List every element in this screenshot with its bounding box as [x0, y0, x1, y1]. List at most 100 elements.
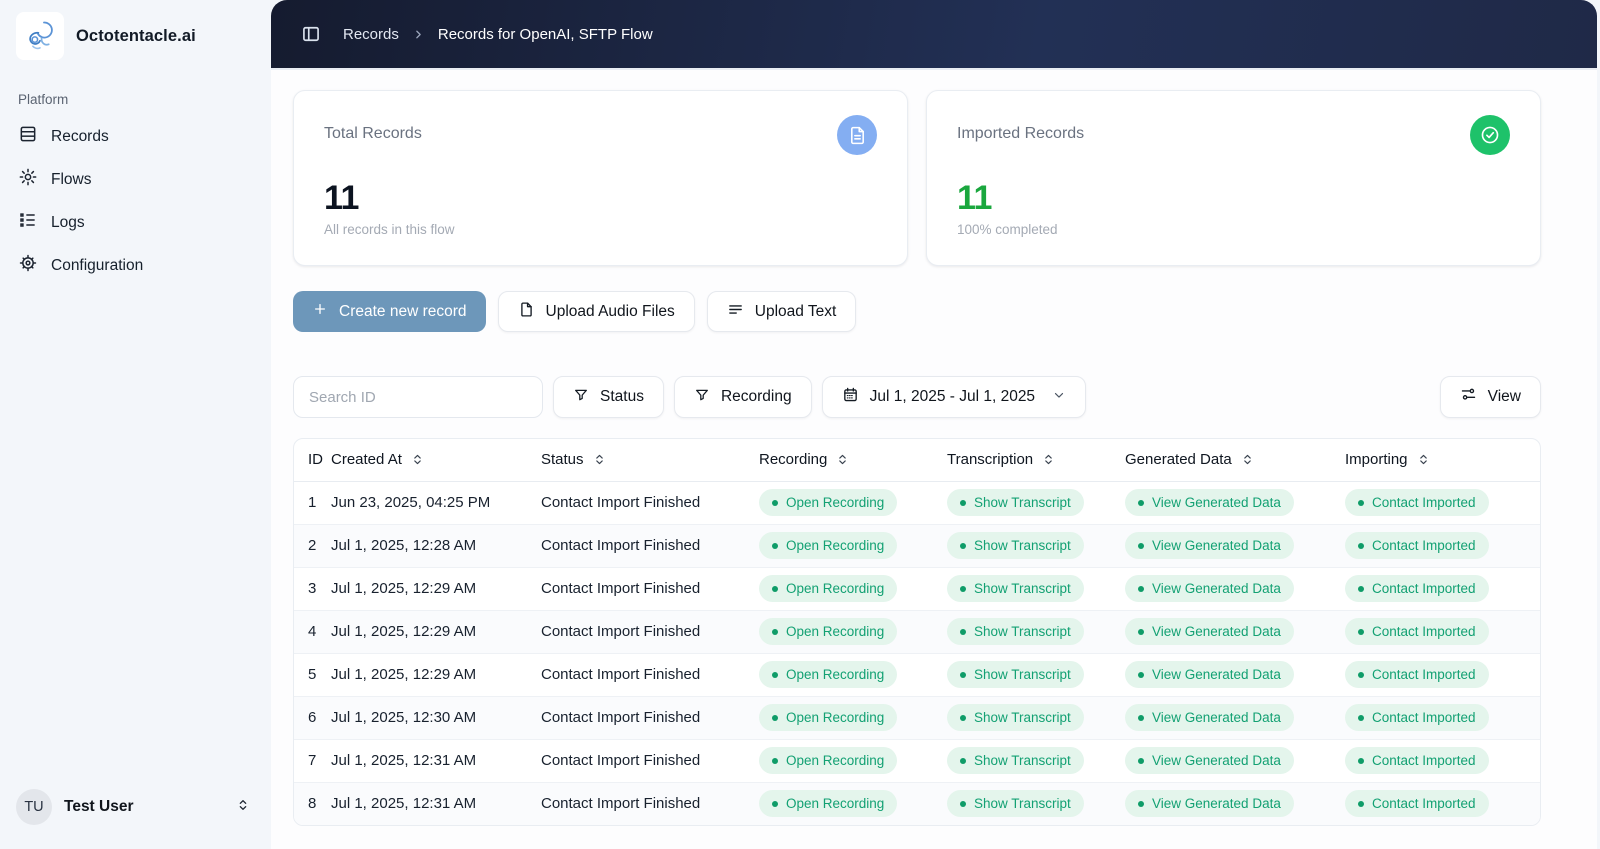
brand[interactable]: Octotentacle.ai	[0, 0, 271, 66]
sort-icon[interactable]	[836, 453, 849, 466]
contact-imported-badge[interactable]: Contact Imported	[1345, 489, 1489, 516]
view-generated-data-badge[interactable]: View Generated Data	[1125, 575, 1294, 602]
view-generated-data-badge[interactable]: View Generated Data	[1125, 704, 1294, 731]
show-transcript-badge[interactable]: Show Transcript	[947, 575, 1084, 602]
open-recording-badge[interactable]: Open Recording	[759, 618, 898, 645]
contact-imported-badge[interactable]: Contact Imported	[1345, 575, 1489, 602]
show-transcript-badge[interactable]: Show Transcript	[947, 747, 1084, 774]
cell-contact-imported: Contact Imported	[1345, 739, 1540, 782]
records-icon	[18, 124, 38, 149]
open-recording-badge[interactable]: Open Recording	[759, 532, 898, 559]
column-header-generated-data[interactable]: Generated Data	[1125, 439, 1345, 481]
table-row: 5 Jul 1, 2025, 12:29 AM Contact Import Fin…	[294, 653, 1540, 696]
stat-title: Imported Records	[957, 125, 1085, 142]
cell-open-recording: Open Recording	[759, 567, 947, 610]
open-recording-badge[interactable]: Open Recording	[759, 747, 898, 774]
open-recording-badge[interactable]: Open Recording	[759, 790, 898, 818]
cell-contact-imported: Contact Imported	[1345, 567, 1540, 610]
upload-text-button[interactable]: Upload Text	[706, 291, 857, 332]
view-generated-data-badge[interactable]: View Generated Data	[1125, 532, 1294, 559]
breadcrumb-records[interactable]: Records	[343, 26, 399, 43]
show-transcript-badge[interactable]: Show Transcript	[947, 661, 1084, 688]
column-header-recording[interactable]: Recording	[759, 439, 947, 481]
open-recording-badge[interactable]: Open Recording	[759, 661, 898, 688]
cell-id: 4	[308, 623, 317, 640]
chevron-right-icon	[412, 28, 425, 41]
cell-open-recording: Open Recording	[759, 524, 947, 567]
cell-status: Contact Import Finished	[541, 494, 701, 511]
sidebar: Octotentacle.ai Platform Records Flows L…	[0, 0, 271, 849]
panel-left-icon[interactable]	[301, 24, 321, 44]
status-filter-button[interactable]: Status	[553, 376, 664, 418]
column-header-status[interactable]: Status	[541, 439, 759, 481]
open-recording-badge[interactable]: Open Recording	[759, 489, 898, 516]
contact-imported-badge[interactable]: Contact Imported	[1345, 790, 1489, 818]
cell-created-at: Jul 1, 2025, 12:29 AM	[331, 580, 477, 597]
table-row: 7 Jul 1, 2025, 12:31 AM Contact Import Fin…	[294, 739, 1540, 782]
contact-imported-badge[interactable]: Contact Imported	[1345, 532, 1489, 559]
table-row: 3 Jul 1, 2025, 12:29 AM Contact Import Fin…	[294, 567, 1540, 610]
main-region: Records Records for OpenAI, SFTP Flow To…	[271, 0, 1600, 849]
sort-icon[interactable]	[1042, 453, 1055, 466]
cell-show-transcript: Show Transcript	[947, 481, 1125, 524]
show-transcript-badge[interactable]: Show Transcript	[947, 618, 1084, 645]
cell-contact-imported: Contact Imported	[1345, 653, 1540, 696]
contact-imported-badge[interactable]: Contact Imported	[1345, 618, 1489, 645]
contact-imported-badge[interactable]: Contact Imported	[1345, 747, 1489, 774]
recording-filter-button[interactable]: Recording	[673, 376, 812, 418]
cell-show-transcript: Show Transcript	[947, 567, 1125, 610]
date-range-picker[interactable]: Jul 1, 2025 - Jul 1, 2025	[821, 376, 1087, 418]
view-generated-data-badge[interactable]: View Generated Data	[1125, 661, 1294, 688]
show-transcript-badge[interactable]: Show Transcript	[947, 790, 1084, 818]
cell-contact-imported: Contact Imported	[1345, 610, 1540, 653]
sort-icon[interactable]	[411, 453, 424, 466]
cell-created-at: Jul 1, 2025, 12:30 AM	[331, 709, 477, 726]
open-recording-badge[interactable]: Open Recording	[759, 575, 898, 602]
cell-created-at: Jul 1, 2025, 12:31 AM	[331, 752, 477, 769]
status-dot-icon	[1138, 671, 1144, 678]
cell-status: Contact Import Finished	[541, 752, 701, 769]
status-dot-icon	[960, 499, 966, 506]
cell-show-transcript: Show Transcript	[947, 696, 1125, 739]
sort-icon[interactable]	[1241, 453, 1254, 466]
show-transcript-badge[interactable]: Show Transcript	[947, 532, 1084, 559]
contact-imported-badge[interactable]: Contact Imported	[1345, 704, 1489, 731]
cell-show-transcript: Show Transcript	[947, 524, 1125, 567]
column-header-importing[interactable]: Importing	[1345, 439, 1540, 481]
user-menu[interactable]: TU Test User	[0, 775, 271, 849]
cell-id: 8	[308, 795, 317, 813]
view-generated-data-badge[interactable]: View Generated Data	[1125, 489, 1294, 516]
upload-audio-files-button[interactable]: Upload Audio Files	[497, 291, 695, 332]
avatar: TU	[16, 789, 52, 825]
status-dot-icon	[1138, 757, 1144, 764]
column-header-created-at[interactable]: Created At	[331, 439, 541, 481]
contact-imported-badge[interactable]: Contact Imported	[1345, 661, 1489, 688]
show-transcript-badge[interactable]: Show Transcript	[947, 489, 1084, 516]
sidebar-item-logs[interactable]: Logs	[0, 201, 271, 244]
view-generated-data-badge[interactable]: View Generated Data	[1125, 790, 1294, 818]
search-id-input[interactable]	[293, 376, 543, 418]
open-recording-badge[interactable]: Open Recording	[759, 704, 898, 731]
cell-created-at: Jun 23, 2025, 04:25 PM	[331, 494, 491, 511]
sidebar-item-configuration[interactable]: Configuration	[0, 244, 271, 287]
sort-icon[interactable]	[1417, 453, 1430, 466]
sort-icon[interactable]	[593, 453, 606, 466]
status-dot-icon	[1138, 499, 1144, 506]
cell-contact-imported: Contact Imported	[1345, 481, 1540, 524]
view-generated-data-badge[interactable]: View Generated Data	[1125, 747, 1294, 774]
breadcrumb-current-page: Records for OpenAI, SFTP Flow	[437, 25, 653, 43]
view-button[interactable]: View	[1439, 376, 1541, 418]
show-transcript-badge[interactable]: Show Transcript	[947, 704, 1084, 731]
cell-view-generated-data: View Generated Data	[1125, 782, 1345, 825]
stat-value: 11	[324, 179, 359, 217]
sidebar-item-records[interactable]: Records	[0, 115, 271, 158]
view-generated-data-badge[interactable]: View Generated Data	[1125, 618, 1294, 645]
status-dot-icon	[960, 800, 966, 807]
column-header-transcription[interactable]: Transcription	[947, 439, 1125, 481]
create-new-record-button[interactable]: Create new record	[293, 291, 486, 332]
sidebar-item-label: Configuration	[51, 256, 144, 274]
sidebar-item-flows[interactable]: Flows	[0, 158, 271, 201]
imported-records-card: Imported Records 11 100% completed	[926, 90, 1541, 266]
sliders-icon	[1460, 386, 1477, 408]
records-table: ID Created At Status Recording Transcription…	[293, 438, 1541, 826]
